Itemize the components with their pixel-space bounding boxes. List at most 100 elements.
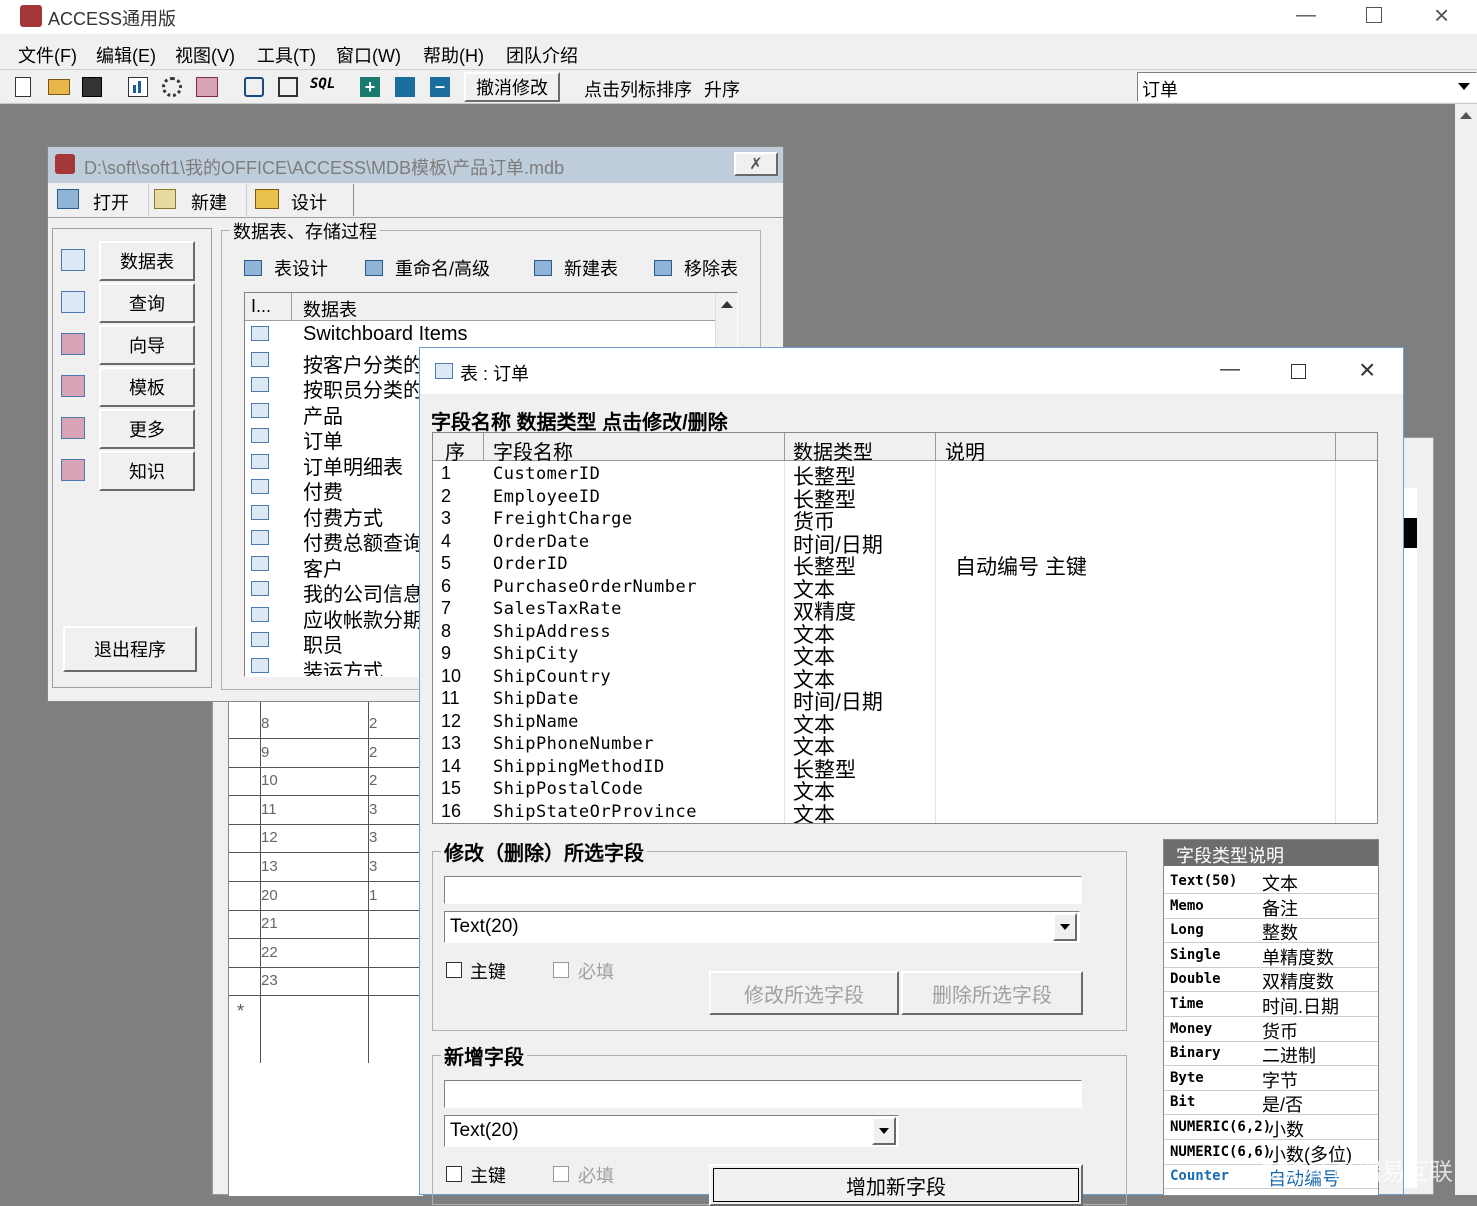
modify-field-button[interactable]: 修改所选字段 [709,971,899,1015]
close-icon[interactable]: × [1359,354,1375,386]
sql-icon[interactable]: SQL [310,76,335,92]
scroll-up-icon[interactable] [721,301,733,308]
field-row[interactable]: 9 ShipCity 文本 [433,643,1377,669]
back-grid-row[interactable]: 21 [229,911,424,940]
col-header-no[interactable]: 序 [445,436,465,465]
table-select[interactable]: 订单 [1137,72,1477,102]
field-name: OrderID [493,554,569,574]
mdi-vertical-scrollbar[interactable] [1455,104,1477,1195]
field-row[interactable]: 15 ShipPostalCode 文本 [433,778,1377,804]
menu-edit[interactable]: 编辑(E) [96,42,156,68]
field-row[interactable]: 11 ShipDate 时间/日期 [433,688,1377,714]
field-row[interactable]: 8 ShipAddress 文本 [433,621,1377,647]
field-row[interactable]: 5 OrderID 长整型 自动编号 主键 [433,553,1377,579]
modify-required-checkbox[interactable] [553,962,569,978]
back-grid-row[interactable]: 13 3 [229,854,424,882]
db-action-2[interactable]: 新建表 [564,255,618,281]
exit-button[interactable]: 退出程序 [63,626,197,672]
maximize-icon[interactable] [1366,7,1382,23]
field-row[interactable]: 14 ShippingMethodID 长整型 [433,756,1377,782]
back-grid-row[interactable]: 10 2 [229,768,424,797]
db-table-row[interactable]: Switchboard Items [245,322,715,347]
back-grid-row[interactable]: 22 [229,940,424,968]
delete-record-icon[interactable]: – [430,77,450,97]
menu-window[interactable]: 窗口(W) [336,42,401,68]
category-button-1[interactable]: 查询 [99,283,195,323]
back-grid-cell: 11 [261,800,277,818]
db-tab-open[interactable]: 打开 [53,184,145,216]
add-required-checkbox[interactable] [553,1166,569,1182]
field-no: 15 [441,778,462,798]
back-grid-row[interactable]: 92 [229,740,424,768]
col-header-name[interactable]: 字段名称 [493,436,573,465]
db-action-0[interactable]: 表设计 [274,255,328,281]
db-list-header-name[interactable]: 数据表 [303,296,357,322]
back-grid-row[interactable]: 11 3 [229,797,424,825]
edit-icon[interactable] [278,77,298,97]
menu-team[interactable]: 团队介绍 [506,42,578,68]
field-row[interactable]: 1 CustomerID 长整型 [433,463,1377,489]
field-grid[interactable]: 序 字段名称 数据类型 说明 1 CustomerID 长整型 2 EmployeeID… [432,432,1378,824]
undo-button[interactable]: 撤消修改 [464,72,560,102]
scroll-up-icon[interactable] [1460,112,1472,119]
modify-type-dropdown[interactable] [1053,913,1077,941]
field-row[interactable]: 12 ShipName 文本 [433,711,1377,737]
add-field-button[interactable]: 增加新字段 [709,1164,1083,1206]
menu-help[interactable]: 帮助(H) [423,42,484,68]
menu-file[interactable]: 文件(F) [18,42,77,68]
field-no: 9 [441,643,452,663]
menu-tools[interactable]: 工具(T) [257,42,316,68]
delete-field-button[interactable]: 删除所选字段 [901,971,1083,1015]
maximize-icon[interactable] [1291,364,1306,379]
field-row[interactable]: 4 OrderDate 时间/日期 [433,531,1377,557]
category-button-5[interactable]: 知识 [99,451,195,491]
minimize-icon[interactable]: — [1220,358,1240,381]
modify-field-name-input[interactable] [444,876,1082,904]
type-help-code: Double [1170,971,1221,988]
category-button-2[interactable]: 向导 [99,325,195,365]
back-grid-row[interactable]: 23 [229,968,424,997]
form-icon[interactable] [196,77,218,97]
category-button-0[interactable]: 数据表 [99,241,195,281]
add-field-name-input[interactable] [444,1080,1082,1108]
field-row[interactable]: 3 FreightCharge 货币 [433,508,1377,534]
db-list-header-id[interactable]: I... [251,296,271,317]
db-tab-new[interactable]: 新建 [148,184,243,216]
col-header-desc[interactable]: 说明 [945,436,985,465]
close-icon[interactable]: × [1434,0,1449,31]
back-grid-row[interactable]: 20 1 [229,883,424,911]
menu-view[interactable]: 视图(V) [175,42,235,68]
sort-order[interactable]: 升序 [704,76,740,102]
chart-icon[interactable] [128,77,148,97]
db-action-1[interactable]: 重命名/高级 [395,255,490,281]
chevron-down-icon[interactable] [1458,83,1470,90]
type-help-meaning: 文本 [1262,874,1298,894]
add-record-icon[interactable]: + [360,77,380,97]
open-folder-icon[interactable] [48,79,70,95]
add-pk-checkbox[interactable] [446,1166,462,1182]
category-button-3[interactable]: 模板 [99,367,195,407]
gear-icon[interactable] [162,77,182,97]
save-record-icon[interactable] [395,77,415,97]
field-row[interactable]: 2 EmployeeID 长整型 [433,486,1377,512]
back-grid-row[interactable]: 12 3 [229,825,424,854]
field-row[interactable]: 16 ShipStateOrProvince 文本 [433,801,1377,824]
save-icon[interactable] [82,77,102,97]
back-grid-row[interactable]: 82 [229,711,424,739]
db-action-3[interactable]: 移除表 [684,255,738,281]
category-button-4[interactable]: 更多 [99,409,195,449]
field-name: ShipCountry [493,666,612,687]
query-icon[interactable] [244,77,264,97]
field-row[interactable]: 6 PurchaseOrderNumber 文本 [433,576,1377,602]
minimize-icon[interactable]: — [1296,4,1316,27]
new-file-icon[interactable] [15,77,31,97]
modify-type-select[interactable]: Text(20) [444,911,1080,943]
field-row[interactable]: 10 ShipCountry 文本 [433,666,1377,692]
db-tab-design[interactable]: 设计 [246,184,354,216]
field-row[interactable]: 7 SalesTaxRate 双精度 [433,598,1377,624]
modify-pk-checkbox[interactable] [446,962,462,978]
db-close-button[interactable]: ✗ [734,152,778,176]
field-row[interactable]: 13 ShipPhoneNumber 文本 [433,733,1377,759]
add-type-dropdown[interactable] [872,1117,896,1145]
add-type-select[interactable]: Text(20) [444,1115,899,1147]
